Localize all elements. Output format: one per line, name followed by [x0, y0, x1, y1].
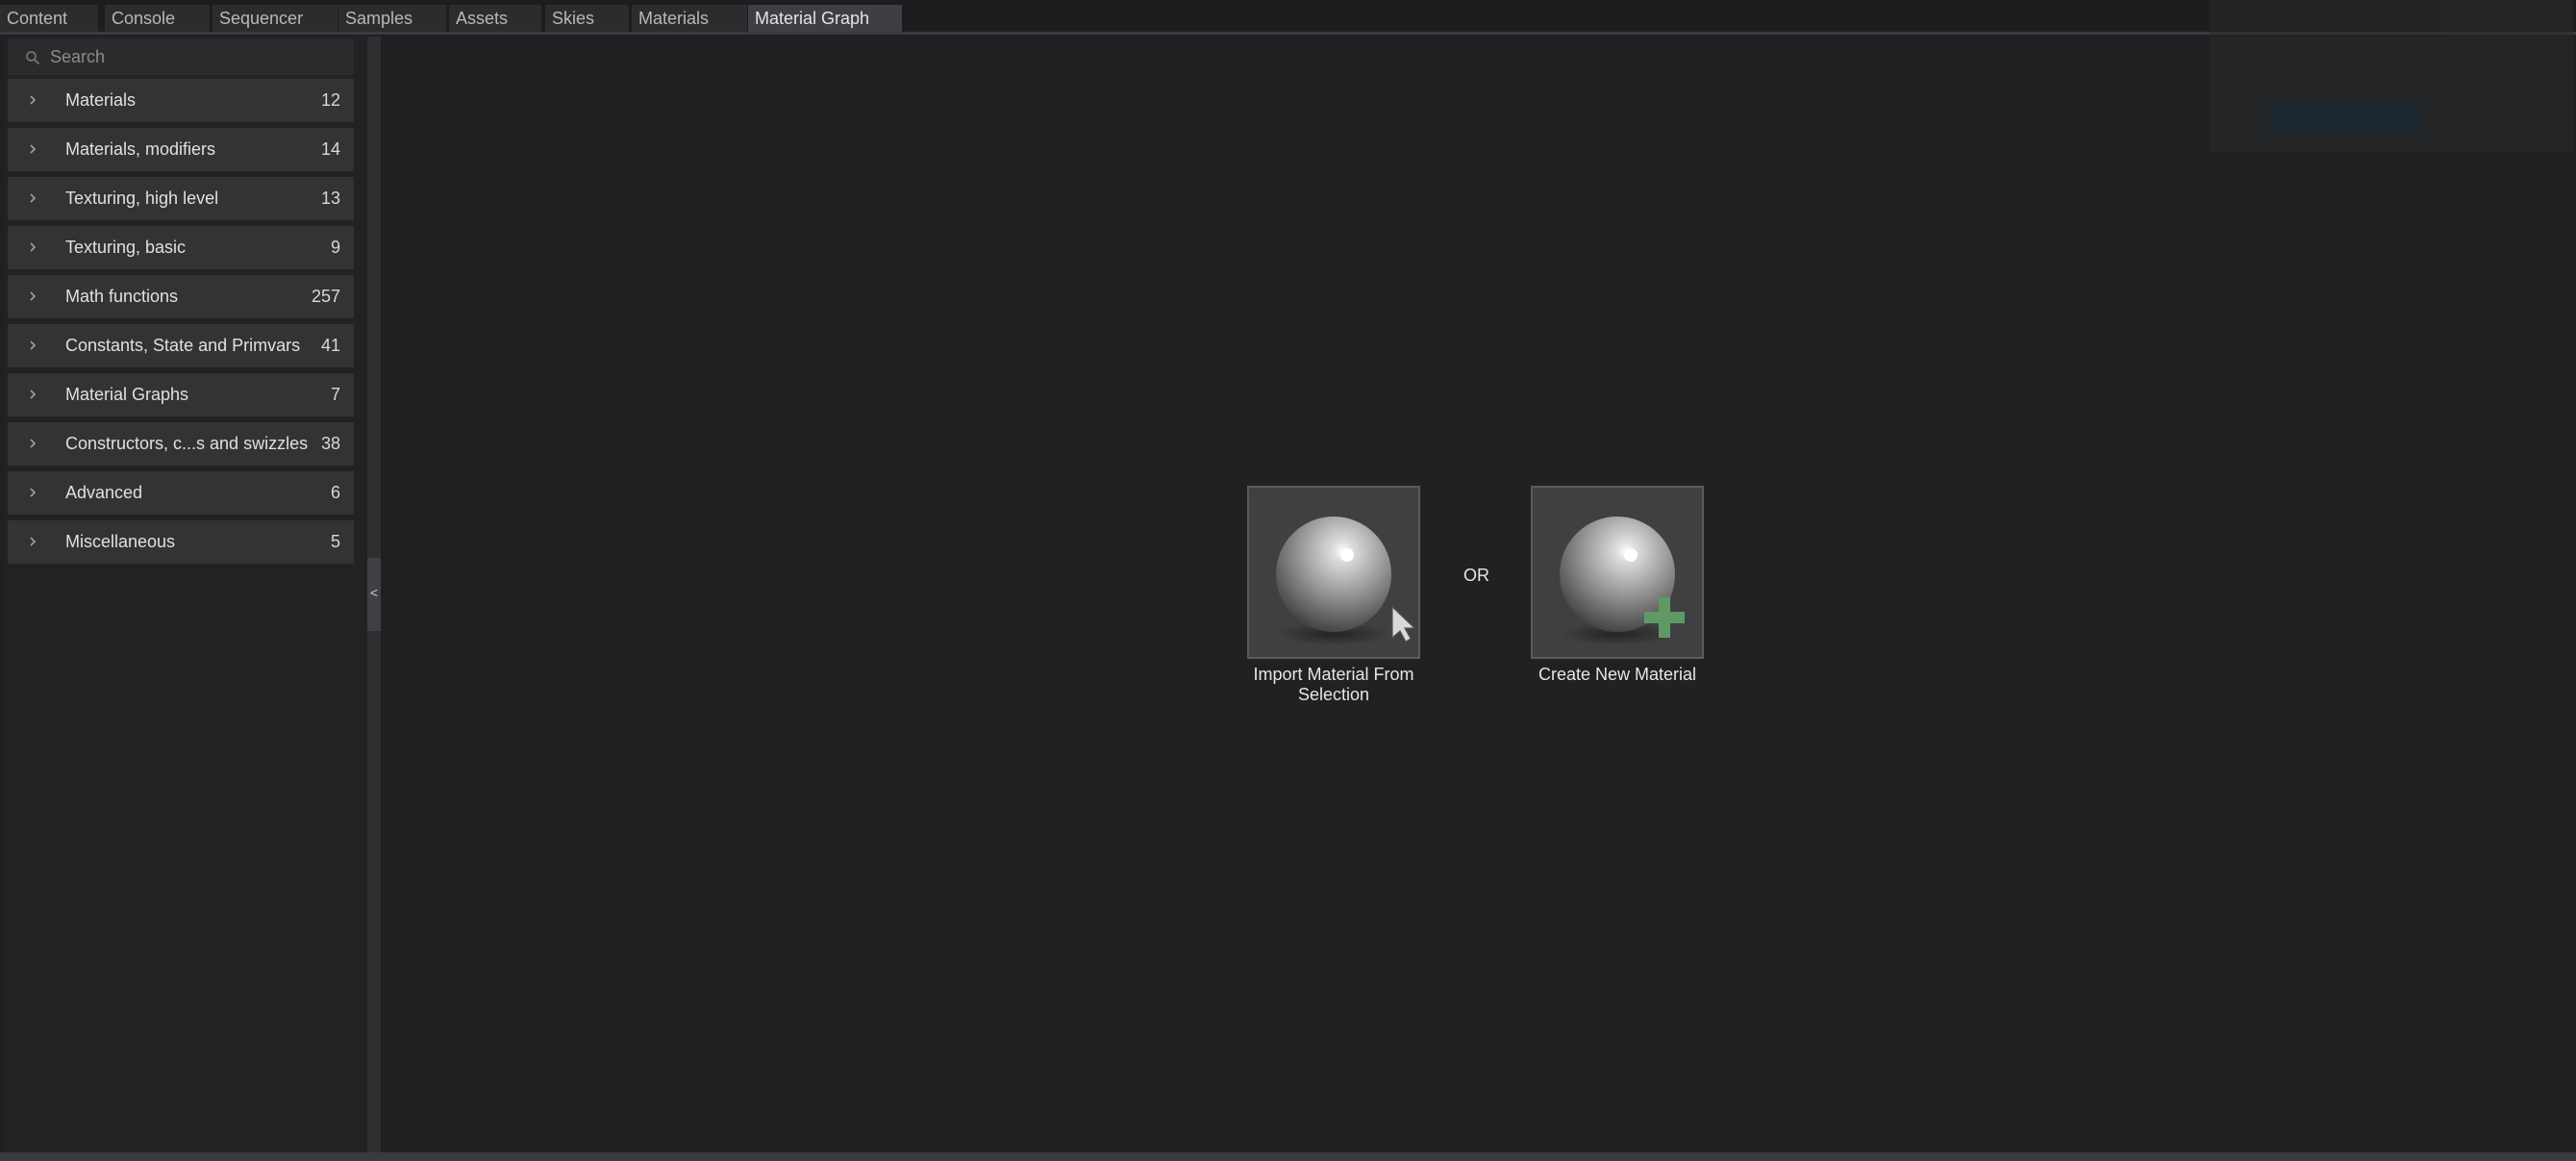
import-material-label: Import Material From Selection [1253, 665, 1414, 704]
category-list: Materials 12 Materials, modifiers 14 Tex… [8, 79, 354, 569]
category-label: Advanced [65, 483, 143, 502]
category-label: Materials [65, 90, 137, 110]
tab-samples[interactable]: Samples [338, 5, 446, 32]
tab-skies[interactable]: Skies [545, 5, 629, 32]
chevron-right-icon [30, 242, 37, 252]
collapse-arrow-icon[interactable]: < [367, 583, 381, 602]
tab-material-graph[interactable]: Material Graph [748, 5, 902, 32]
tab-sequencer[interactable]: Sequencer [213, 5, 338, 32]
category-count: 6 [330, 483, 340, 502]
category-label: Texturing, high level [65, 189, 219, 208]
or-separator-label: OR [1463, 566, 1489, 585]
category-label: Materials, modifiers [65, 139, 216, 159]
import-material-button[interactable] [1247, 486, 1420, 659]
category-count: 38 [320, 434, 340, 453]
search-icon [26, 51, 40, 65]
chevron-right-icon [30, 144, 37, 154]
category-label: Miscellaneous [65, 532, 176, 551]
category-label: Material Graphs [65, 385, 189, 404]
category-count: 5 [330, 532, 340, 551]
chevron-right-icon [30, 488, 37, 497]
notification-action-button[interactable] [2269, 102, 2419, 135]
chevron-right-icon [30, 193, 37, 203]
tab-bar: Content Console Sequencer Samples Assets… [0, 0, 2576, 35]
chevron-right-icon [30, 390, 37, 399]
tab-assets[interactable]: Assets [449, 5, 541, 32]
category-label: Texturing, basic [65, 238, 187, 257]
chevron-right-icon [30, 291, 37, 301]
tab-content[interactable]: Content [0, 5, 98, 32]
create-material-label: Create New Material [1538, 665, 1697, 684]
category-count: 257 [311, 287, 340, 306]
category-texturing-basic[interactable]: Texturing, basic 9 [8, 226, 354, 269]
category-constructors-swizzles[interactable]: Constructors, c...s and swizzles 38 [8, 422, 354, 466]
chevron-right-icon [30, 439, 37, 448]
cursor-arrow-icon [1391, 605, 1416, 643]
category-count: 7 [330, 385, 340, 404]
create-material-button[interactable] [1531, 486, 1704, 659]
category-materials-modifiers[interactable]: Materials, modifiers 14 [8, 128, 354, 171]
category-material-graphs[interactable]: Material Graphs 7 [8, 373, 354, 416]
category-label: Constants, State and Primvars [65, 336, 301, 355]
category-label: Constructors, c...s and swizzles [65, 434, 309, 453]
category-count: 13 [320, 189, 340, 208]
category-label: Math functions [65, 287, 179, 306]
tab-console[interactable]: Console [105, 5, 210, 32]
category-count: 9 [330, 238, 340, 257]
category-texturing-high-level[interactable]: Texturing, high level 13 [8, 177, 354, 220]
chevron-right-icon [30, 341, 37, 350]
category-advanced[interactable]: Advanced 6 [8, 471, 354, 515]
category-count: 12 [320, 90, 340, 110]
search-box[interactable] [8, 38, 354, 75]
chevron-right-icon [30, 95, 37, 105]
material-graph-main-area: Import Material From Selection OR Create… [383, 37, 2573, 1152]
category-materials[interactable]: Materials 12 [8, 79, 354, 122]
category-constants-state-primvars[interactable]: Constants, State and Primvars 41 [8, 324, 354, 367]
category-miscellaneous[interactable]: Miscellaneous 5 [8, 520, 354, 564]
category-math-functions[interactable]: Math functions 257 [8, 275, 354, 318]
plus-icon [1644, 597, 1685, 638]
search-input[interactable] [50, 38, 338, 75]
node-library-panel: Materials 12 Materials, modifiers 14 Tex… [4, 37, 367, 1152]
category-count: 14 [320, 139, 340, 159]
notification-toast [2210, 0, 2573, 152]
chevron-right-icon [30, 537, 37, 546]
category-count: 41 [320, 336, 340, 355]
tab-materials[interactable]: Materials [632, 5, 747, 32]
bottom-status-bar [0, 1152, 2576, 1161]
